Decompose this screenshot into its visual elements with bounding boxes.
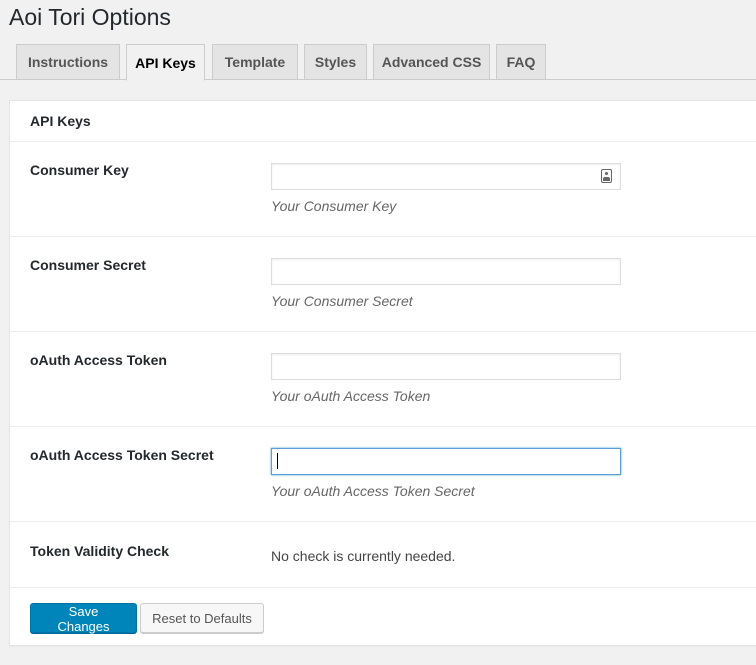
access-token-input[interactable]: [271, 353, 621, 380]
section-title: API Keys: [10, 101, 756, 142]
access-token-label: oAuth Access Token: [30, 352, 167, 368]
contact-card-icon[interactable]: [601, 169, 612, 183]
settings-panel: API Keys Consumer Key Your Consumer Key …: [9, 100, 756, 646]
token-validity-label: Token Validity Check: [30, 543, 170, 559]
tab-styles[interactable]: Styles: [304, 44, 367, 80]
access-token-secret-description: Your oAuth Access Token Secret: [271, 483, 475, 499]
access-token-row: oAuth Access Token Your oAuth Access Tok…: [10, 332, 756, 427]
access-token-secret-row: oAuth Access Token Secret Your oAuth Acc…: [10, 427, 756, 522]
tab-api-keys[interactable]: API Keys: [126, 44, 205, 81]
reset-to-defaults-button[interactable]: Reset to Defaults: [140, 603, 264, 633]
access-token-secret-label: oAuth Access Token Secret: [30, 447, 214, 463]
access-token-description: Your oAuth Access Token: [271, 388, 431, 404]
access-token-secret-input[interactable]: [271, 448, 621, 475]
tab-instructions[interactable]: Instructions: [16, 44, 120, 80]
tab-faq[interactable]: FAQ: [496, 44, 546, 80]
consumer-secret-description: Your Consumer Secret: [271, 293, 413, 309]
consumer-key-label: Consumer Key: [30, 162, 129, 178]
nav-tabs: Instructions API Keys Template Styles Ad…: [0, 44, 756, 81]
save-changes-button[interactable]: Save Changes: [30, 603, 137, 634]
consumer-secret-input[interactable]: [271, 258, 621, 285]
text-cursor: [277, 453, 278, 469]
consumer-key-input[interactable]: [271, 163, 621, 190]
access-token-secret-input-wrapper: [271, 448, 621, 475]
tab-template[interactable]: Template: [212, 44, 298, 80]
tab-advanced-css[interactable]: Advanced CSS: [373, 44, 490, 80]
consumer-secret-row: Consumer Secret Your Consumer Secret: [10, 237, 756, 332]
token-validity-status: No check is currently needed.: [271, 548, 456, 564]
token-validity-row: Token Validity Check No check is current…: [10, 522, 756, 588]
form-actions: Save Changes Reset to Defaults: [10, 588, 756, 645]
page-title: Aoi Tori Options: [9, 4, 171, 30]
consumer-key-row: Consumer Key Your Consumer Key: [10, 142, 756, 237]
consumer-secret-label: Consumer Secret: [30, 257, 146, 273]
consumer-key-description: Your Consumer Key: [271, 198, 397, 214]
consumer-key-input-wrapper: [271, 163, 621, 190]
